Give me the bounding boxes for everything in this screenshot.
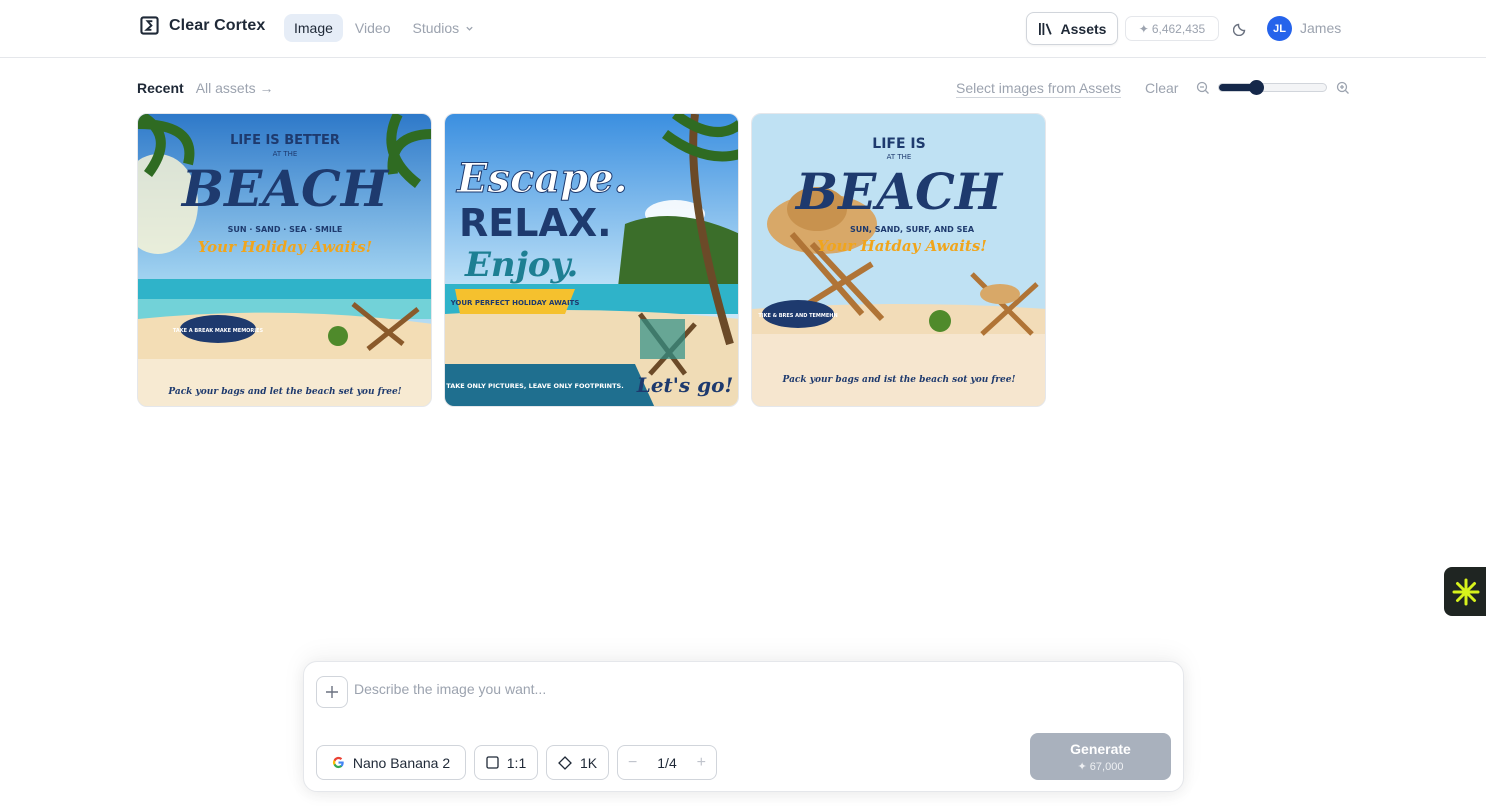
- sparkle-icon: ✦: [1138, 21, 1149, 36]
- increment-button[interactable]: +: [697, 754, 706, 772]
- resolution-label: 1K: [579, 754, 598, 771]
- generate-cost: ✦ 67,000: [1077, 760, 1124, 773]
- poster-footer: Pack your bags and ist the beach sot you…: [782, 375, 1016, 385]
- poster-badge: TIKE & BRES AND TEMMEHN: [758, 313, 837, 319]
- aspect-ratio-label: 1:1: [506, 754, 527, 771]
- poster-slogan: TAKE ONLY PICTURES, LEAVE ONLY FOOTPRINT…: [446, 382, 623, 390]
- diamond-icon: [558, 755, 572, 770]
- generate-button[interactable]: Generate ✦ 67,000: [1030, 733, 1171, 780]
- poster-headline: LIFE IS: [872, 136, 925, 152]
- brand[interactable]: Clear Cortex: [140, 16, 265, 35]
- chevron-down-icon: [466, 26, 473, 31]
- decrement-button[interactable]: −: [628, 754, 637, 772]
- poster-subline: Enjoy.: [464, 245, 578, 285]
- clear-button[interactable]: Clear: [1145, 80, 1178, 96]
- moon-icon[interactable]: [1233, 20, 1249, 36]
- generate-label: Generate: [1070, 740, 1131, 757]
- sparkle-burst-icon: [1452, 578, 1480, 605]
- poster-title: BEACH: [794, 162, 1004, 221]
- nav-studios-label: Studios: [412, 20, 460, 36]
- square-icon: [486, 756, 499, 769]
- avatar[interactable]: JL: [1267, 16, 1292, 41]
- assets-label: Assets: [1060, 20, 1107, 37]
- count-stepper: − 1/4 +: [617, 745, 717, 780]
- poster-headline: Escape.: [456, 155, 628, 202]
- zoom-in-icon[interactable]: [1336, 81, 1350, 95]
- poster-slogan: Your Hatday Awaits!: [817, 237, 987, 255]
- poster-title: RELAX.: [459, 201, 612, 245]
- poster-tagline: SUN, SAND, SURF, AND SEA: [850, 225, 975, 234]
- resolution-selector[interactable]: 1K: [546, 745, 609, 780]
- prompt-composer: Nano Banana 2 1:1 1K − 1/4 + Generate ✦ …: [303, 661, 1184, 792]
- google-icon: [332, 756, 344, 769]
- logo-icon: [140, 16, 159, 35]
- nav-video-label: Video: [354, 20, 391, 36]
- poster-subline: AT THE: [887, 153, 912, 161]
- poster-badge: TAKE A BREAK MAKE MEMORIES: [173, 328, 264, 334]
- zoom-slider[interactable]: [1218, 80, 1327, 95]
- nav-studios[interactable]: Studios: [402, 14, 484, 42]
- zoom-slider-thumb[interactable]: [1249, 80, 1265, 95]
- poster-tagline: YOUR PERFECT HOLIDAY AWAITS: [450, 299, 580, 307]
- top-bar: Clear Cortex Image Video Studios Assets …: [0, 0, 1486, 58]
- image-card[interactable]: LIFE IS AT THE BEACH SUN, SAND, SURF, AN…: [751, 113, 1046, 407]
- asset-tabs: Recent All assets →: [137, 80, 274, 96]
- brand-name: Clear Cortex: [169, 16, 266, 34]
- plus-icon: [326, 686, 338, 698]
- nav-video[interactable]: Video: [345, 14, 401, 42]
- library-icon: [1038, 22, 1052, 35]
- poster-tagline: SUN · SAND · SEA · SMILE: [228, 225, 343, 234]
- assistant-widget-button[interactable]: [1444, 567, 1486, 616]
- credits-badge: ✦ 6,462,435: [1125, 16, 1219, 41]
- nav-image-label: Image: [294, 20, 333, 36]
- tab-recent[interactable]: Recent: [137, 80, 184, 96]
- image-card[interactable]: LIFE IS BETTER AT THE BEACH SUN · SAND ·…: [137, 113, 432, 407]
- poster-footer: Pack your bags and let the beach set you…: [167, 387, 401, 397]
- poster-footer: Let's go!: [636, 373, 733, 397]
- model-selector[interactable]: Nano Banana 2: [316, 745, 466, 780]
- assets-button[interactable]: Assets: [1026, 12, 1118, 45]
- model-label: Nano Banana 2: [352, 754, 451, 771]
- poster-slogan: Your Holiday Awaits!: [198, 238, 372, 256]
- image-gallery: LIFE IS BETTER AT THE BEACH SUN · SAND ·…: [137, 113, 1046, 407]
- main-nav: Image Video Studios: [284, 14, 484, 42]
- beach-poster-image: LIFE IS BETTER AT THE BEACH SUN · SAND ·…: [138, 114, 431, 406]
- credits-value: 6,462,435: [1151, 21, 1206, 36]
- select-from-assets-link[interactable]: Select images from Assets: [956, 80, 1121, 96]
- tab-all-assets[interactable]: All assets →: [196, 80, 274, 96]
- zoom-out-icon[interactable]: [1196, 81, 1210, 95]
- image-card[interactable]: Escape. RELAX. Enjoy. YOUR PERFECT HOLID…: [444, 113, 739, 407]
- beach-poster-image: Escape. RELAX. Enjoy. YOUR PERFECT HOLID…: [445, 114, 738, 406]
- count-value: 1/4: [657, 754, 677, 771]
- poster-subline: AT THE: [273, 150, 298, 158]
- nav-image[interactable]: Image: [284, 14, 343, 42]
- poster-headline: LIFE IS BETTER: [230, 133, 340, 148]
- poster-title: BEACH: [180, 159, 390, 218]
- user-name[interactable]: James: [1300, 20, 1341, 36]
- beach-poster-image: LIFE IS AT THE BEACH SUN, SAND, SURF, AN…: [752, 114, 1045, 406]
- add-attachment-button[interactable]: [316, 676, 348, 708]
- prompt-input[interactable]: [354, 681, 1134, 697]
- aspect-ratio-selector[interactable]: 1:1: [474, 745, 538, 780]
